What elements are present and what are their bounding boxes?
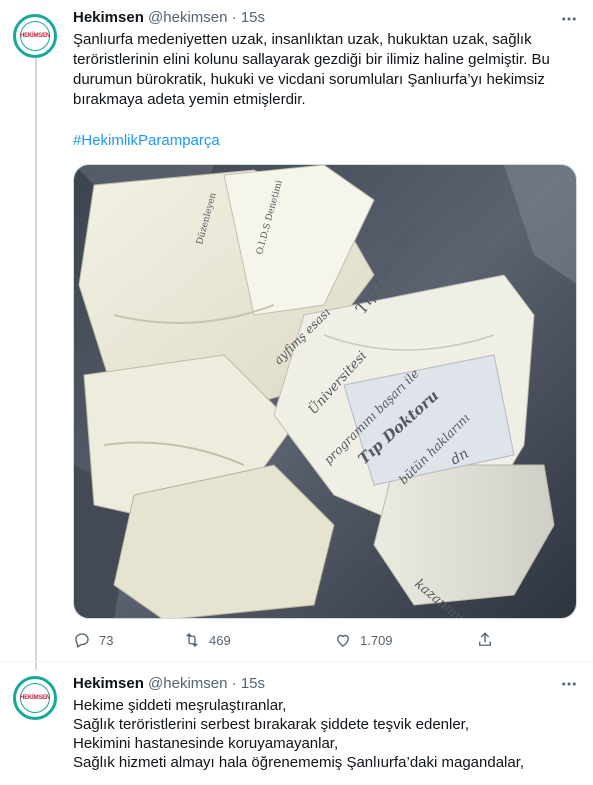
more-button[interactable] xyxy=(559,674,579,694)
tweet-line: Hekimini hastanesinde koruyamayanlar, xyxy=(73,735,339,752)
author-name[interactable]: Hekimsen xyxy=(73,675,144,692)
tweet-line: Sağlık teröristlerini serbest bırakarak … xyxy=(73,716,470,733)
retweet-count: 469 xyxy=(209,632,231,648)
author-handle[interactable]: @hekimsen xyxy=(148,9,227,26)
reply-icon xyxy=(75,633,89,648)
avatar[interactable]: HEKİMSEN xyxy=(13,676,57,720)
author-name[interactable]: Hekimsen xyxy=(73,9,144,26)
separator: · xyxy=(231,9,237,26)
tweet-text: Şanlıurfa medeniyetten uzak, insanlıktan… xyxy=(73,31,550,108)
timestamp[interactable]: 15s xyxy=(241,9,265,26)
share-button[interactable] xyxy=(476,628,494,652)
tweet-actions: 73 469 1.709 xyxy=(73,628,503,652)
retweet-icon xyxy=(186,633,198,647)
more-button[interactable] xyxy=(559,9,579,29)
thread-connector xyxy=(35,58,37,670)
separator: · xyxy=(231,675,237,692)
share-icon xyxy=(479,632,491,646)
tweet-image[interactable]: Düzenleyen O.I.D.S Denetimi Tıp Fakültes… xyxy=(73,164,577,619)
tweet-divider xyxy=(0,661,593,662)
tweet-header: Hekimsen @hekimsen · 15s xyxy=(73,674,265,694)
avatar-logo: HEKİMSEN xyxy=(20,21,50,51)
reply-button[interactable]: 73 xyxy=(73,628,113,652)
like-button[interactable]: 1.709 xyxy=(334,628,393,652)
more-icon xyxy=(562,17,576,21)
tweet-line: Sağlık hizmeti almayı hala öğrenememiş Ş… xyxy=(73,754,525,771)
timestamp[interactable]: 15s xyxy=(241,675,265,692)
crumpled-diploma-photo: Düzenleyen O.I.D.S Denetimi Tıp Fakültes… xyxy=(74,165,576,618)
avatar-logo-text: HEKİMSEN xyxy=(19,32,51,39)
avatar-logo: HEKİMSEN xyxy=(20,683,50,713)
like-icon xyxy=(337,634,349,647)
avatar[interactable]: HEKİMSEN xyxy=(13,14,57,58)
reply-count: 73 xyxy=(99,632,114,648)
author-handle[interactable]: @hekimsen xyxy=(148,675,227,692)
tweet-line: Hekime şiddeti meşrulaştıranlar, xyxy=(73,697,287,714)
retweet-button[interactable]: 469 xyxy=(183,628,231,652)
tweet-header: Hekimsen @hekimsen · 15s xyxy=(73,8,265,28)
more-icon xyxy=(562,682,576,686)
tweet-text: Hekime şiddeti meşrulaştıranlar, Sağlık … xyxy=(73,696,578,772)
hashtag-link[interactable]: #HekimlikParamparça xyxy=(73,131,220,151)
avatar-logo-text: HEKİMSEN xyxy=(19,694,51,701)
like-count: 1.709 xyxy=(360,632,393,648)
